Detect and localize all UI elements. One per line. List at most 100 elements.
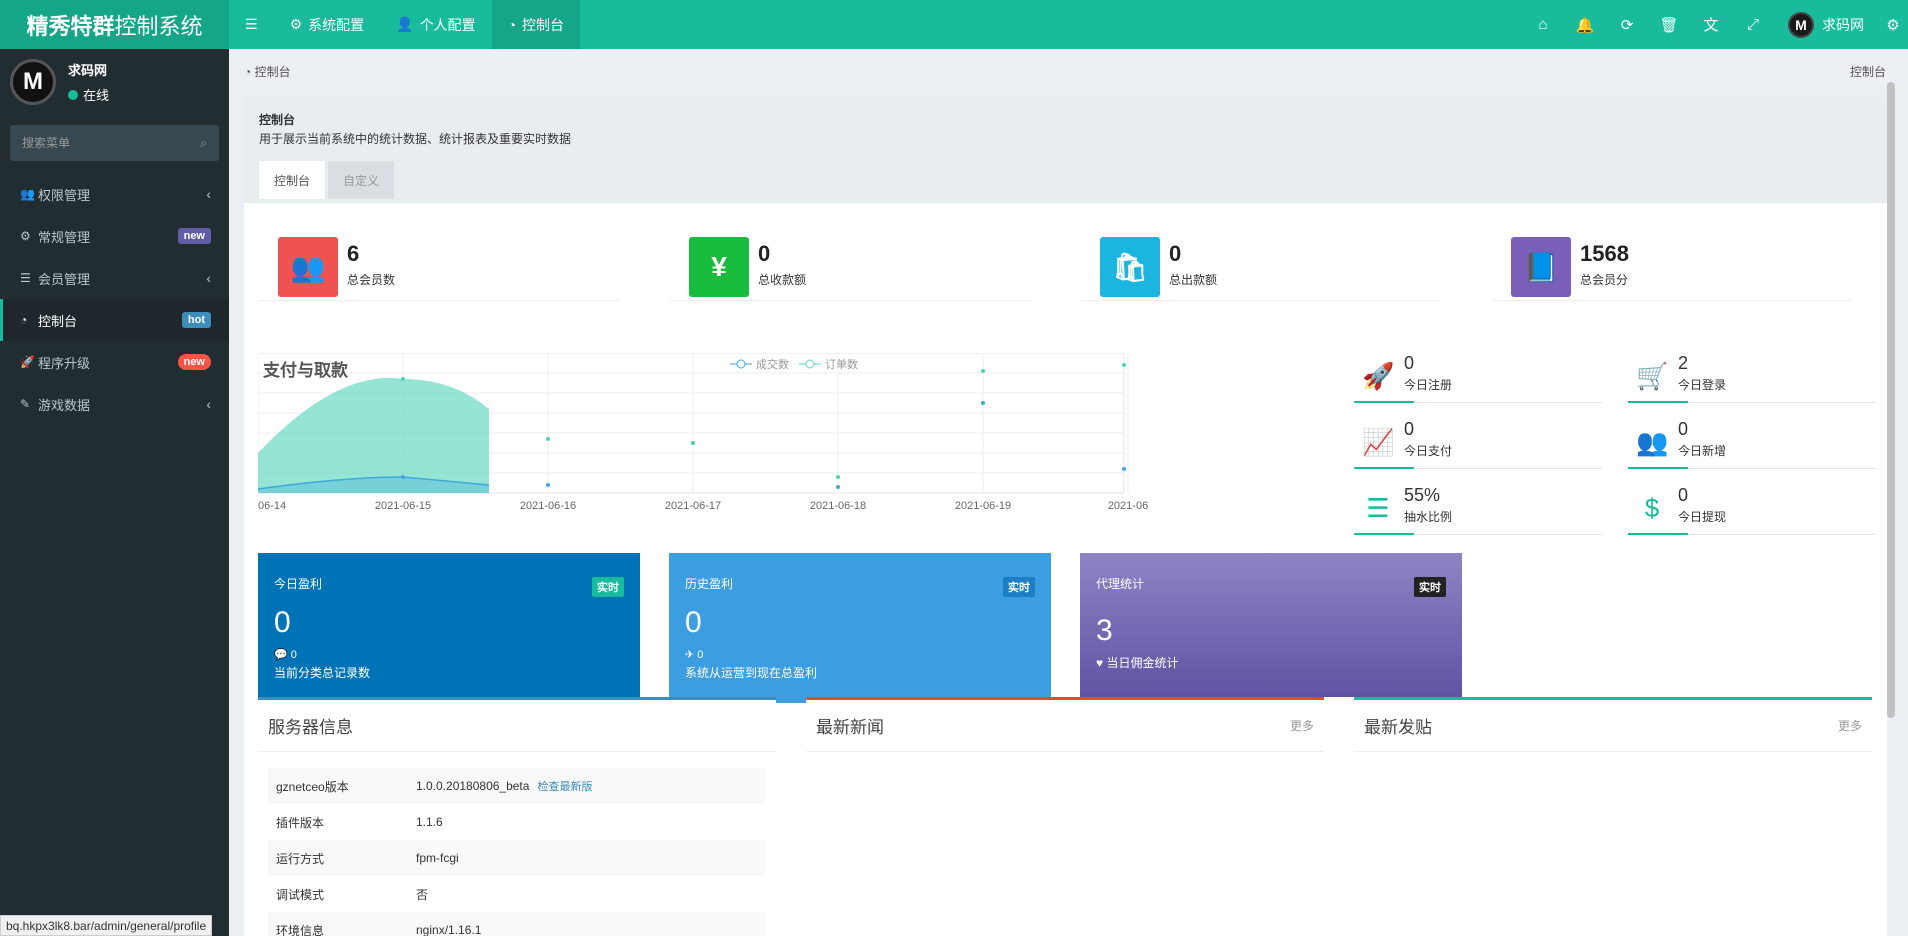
menu-search: ⌕ [10,125,219,161]
refresh-icon[interactable]: ⟳ [1606,0,1648,49]
legend-item-deals[interactable]: 成交数 [730,356,789,372]
x-tick-label: 2021-06-17 [665,500,721,512]
chart-title: 支付与取款 [263,361,348,380]
posts-more-link[interactable]: 更多 [1838,717,1862,734]
dollar-icon: $ [1644,493,1660,523]
area-series-orders [258,377,489,493]
news-title: 最新新闻 [816,718,884,737]
data-point [401,475,405,479]
mini-stat-login: 🛒 2 今日登录 [1628,353,1876,403]
nav-profile-config[interactable]: 👤 个人配置 [380,0,491,49]
search-icon[interactable]: ⌕ [200,136,207,151]
chart-legend: 成交数 订单数 [730,356,858,372]
gears-icon[interactable]: ⚙ [1878,0,1908,49]
magic-icon: ✎ [20,397,31,411]
plane-icon: ✈ [685,649,695,661]
page-title: 控制台 [259,113,296,127]
main-content: ◔ 控制台 控制台 控制台 用于展示当前系统中的统计数据、统计报表及重要实时数据… [229,49,1908,936]
rocket-icon: 🚀 [20,355,35,369]
stat-total-income: ¥ 0 总收款额 [670,223,1030,301]
legend-item-orders[interactable]: 订单数 [799,356,858,372]
nav-system-config[interactable]: ⚙ 系统配置 [274,0,381,49]
chart-svg: 06-14 2021-06-15 2021-06-16 2021-06-17 2021-… [257,352,1148,512]
card-agent-stats: 代理统计 实时 3 ♥ 当日佣金统计 [1080,553,1462,697]
cart-icon: 🛒 [1636,361,1669,391]
scrollbar[interactable] [1887,82,1895,718]
sidebar-item-dashboard[interactable]: ◔ 控制台 hot [0,299,229,341]
check-update-link[interactable]: 检查最新版 [537,781,592,793]
yen-icon: ¥ [689,237,749,297]
avatar: M [1788,11,1814,38]
news-more-link[interactable]: 更多 [1290,717,1314,734]
mini-stat-new: 👥 0 今日新增 [1628,419,1876,469]
tab-dashboard[interactable]: 控制台 [259,161,326,199]
status-dot-icon [68,89,78,100]
latest-news-box: 最新新闻 更多 [806,697,1324,936]
users-icon: 👥 [278,237,338,297]
chart-line-icon: 📈 [1362,427,1395,457]
realtime-badge: 实时 [1414,577,1446,597]
x-tick-label: 2021-06 [1108,500,1148,512]
table-row: gznetceo版本 1.0.0.20180806_beta 检查最新版 [268,768,765,804]
trash-icon[interactable]: 🗑 [1648,0,1690,49]
nav-dashboard[interactable]: ◔ 控制台 [491,0,581,49]
stat-total-members: 👥 6 总会员数 [259,223,619,301]
chevron-left-icon: ‹ [206,186,211,202]
x-tick-label: 2021-06-16 [520,500,576,512]
posts-title: 最新发贴 [1364,718,1432,737]
latest-posts-box: 最新发贴 更多 [1354,697,1872,936]
stat-total-points: 📘 1568 总会员分 [1492,223,1852,301]
data-point [1122,467,1126,471]
user-name: 求码网 [68,63,108,78]
hot-badge: hot [181,312,211,328]
status-url: bq.hkpx3lk8.bar/admin/general/profile [0,915,213,936]
data-point [836,485,840,489]
users-icon: 👥 [20,187,35,201]
table-row: 运行方式 fpm-fcgi [268,840,765,876]
realtime-badge: 实时 [1003,577,1035,597]
page-description: 用于展示当前系统中的统计数据、统计报表及重要实时数据 [259,132,572,146]
users-icon: 👥 [1636,427,1669,457]
rocket-icon: 🚀 [1362,361,1395,391]
stat-total-payout: 🛍 0 总出款额 [1081,223,1441,301]
menu-search-input[interactable] [22,136,182,150]
dashboard-icon: ◔ [244,65,252,79]
dashboard-icon: ◔ [507,16,517,33]
sidebar-toggle-button[interactable]: ☰ [229,0,274,49]
online-status: 在线 [68,85,109,104]
translate-icon[interactable]: 文 [1690,0,1732,49]
data-point [546,437,550,441]
comment-icon: 💬 [274,649,288,661]
panel-heading: 控制台 用于展示当前系统中的统计数据、统计报表及重要实时数据 控制台 自定义 [244,97,1887,203]
app-window: 精秀特群 控制系统 ☰ ⚙ 系统配置 👤 个人配置 ◔ 控制台 ⌂ 🔔 ⟳ 🗑 文 ⤢ … [0,0,1908,936]
user-panel: M 求码网 在线 [0,49,229,115]
x-tick-label: 06-14 [258,500,286,512]
sidebar-item-general[interactable]: ⚙ 常规管理 new [0,215,229,257]
server-info-table: gznetceo版本 1.0.0.20180806_beta 检查最新版 插件版本 1… [268,768,765,936]
home-icon[interactable]: ⌂ [1522,0,1564,49]
dashboard-icon: ◔ [20,313,28,327]
avatar: M [10,59,56,105]
x-tick-label: 2021-06-19 [955,500,1011,512]
sidebar-item-upgrade[interactable]: 🚀 程序升级 new [0,341,229,383]
tab-custom[interactable]: 自定义 [328,161,395,199]
hamburger-icon: ☰ [245,16,258,32]
user-menu[interactable]: M 求码网 [1774,0,1878,49]
brand-logo[interactable]: 精秀特群 控制系统 [0,0,229,49]
realtime-badge: 实时 [592,577,624,597]
sidebar-item-permission[interactable]: 👥 权限管理 ‹ [0,173,229,215]
mini-stat-rake: ☰ 55% 抽水比例 [1354,485,1602,535]
x-tick-label: 2021-06-18 [810,500,866,512]
x-tick-label: 2021-06-15 [375,500,431,512]
fullscreen-icon[interactable]: ⤢ [1732,0,1774,49]
list-icon: ☰ [20,271,31,285]
dashboard-panel: 控制台 用于展示当前系统中的统计数据、统计报表及重要实时数据 控制台 自定义 👥… [244,82,1895,936]
data-point [401,377,405,381]
bell-icon[interactable]: 🔔 [1564,0,1606,49]
mini-stat-pay: 📈 0 今日支付 [1354,419,1602,469]
sidebar-item-members[interactable]: ☰ 会员管理 ‹ [0,257,229,299]
sidebar-item-game-data[interactable]: ✎ 游戏数据 ‹ [0,383,229,425]
data-point [981,401,985,405]
mini-stat-register: 🚀 0 今日注册 [1354,353,1602,403]
list-icon: ☰ [1366,493,1390,523]
